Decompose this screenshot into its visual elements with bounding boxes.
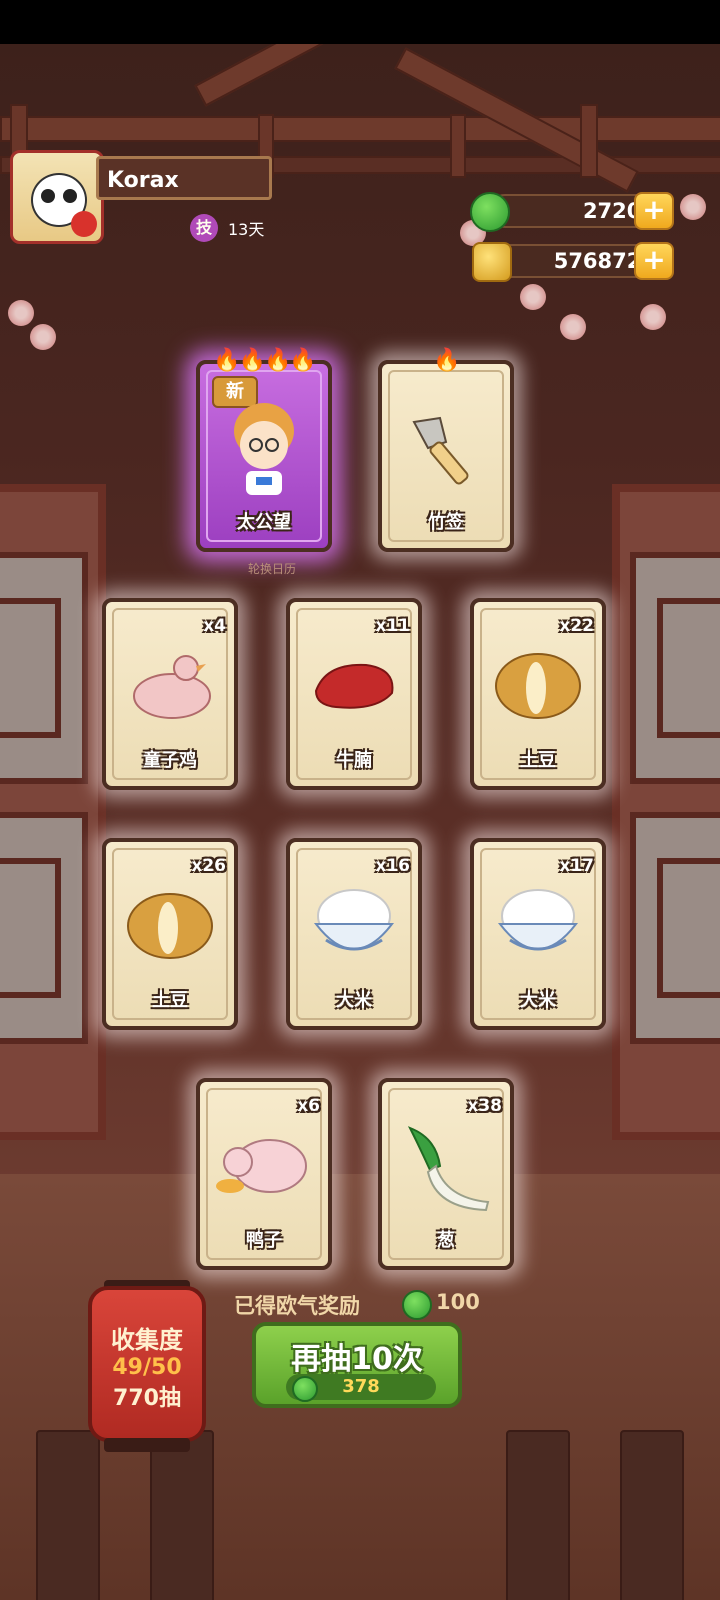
railing-post <box>506 1430 570 1600</box>
railing-post <box>620 1430 684 1600</box>
item-count: x22 <box>559 616 594 636</box>
draw-cost: 378 <box>342 1376 380 1397</box>
card-name: 牛腩 <box>336 750 372 771</box>
card-item[interactable]: x38 葱 <box>378 1078 514 1270</box>
card-item[interactable]: x11 牛腩 <box>286 598 422 790</box>
card-name: 葱 <box>437 1230 455 1251</box>
card-name: 土豆 <box>152 990 188 1011</box>
bamboo-skewer-icon <box>412 416 469 485</box>
item-count: x38 <box>467 1096 502 1116</box>
roof-beam <box>0 116 720 142</box>
skill-icon[interactable]: 技 <box>190 214 218 242</box>
collection-progress: 49/50 <box>112 1355 182 1380</box>
card-name: 大米 <box>520 990 556 1011</box>
jade-icon <box>470 192 510 232</box>
rarity-flames: 🔥🔥🔥🔥 <box>213 348 317 373</box>
add-jade-button[interactable]: + <box>634 192 674 230</box>
chicken-icon <box>133 655 211 719</box>
rarity-flames: 🔥 <box>433 348 460 373</box>
character-art-icon <box>234 403 294 495</box>
card-item[interactable]: x4 童子鸡 <box>102 598 238 790</box>
roof-post <box>580 104 598 178</box>
card-name: 土豆 <box>520 750 556 771</box>
roof-post <box>450 114 466 178</box>
luck-reward-label: 已得欧气奖励 <box>234 1294 360 1318</box>
add-coins-button[interactable]: + <box>634 242 674 280</box>
collection-lantern[interactable]: 收集度 49/50 770抽 <box>88 1286 206 1442</box>
card-name: 鸭子 <box>246 1230 282 1251</box>
potato-icon <box>127 893 213 959</box>
card-name: 童子鸡 <box>143 750 197 771</box>
card-item[interactable]: x6 鸭子 <box>196 1078 332 1270</box>
blossom-decor <box>640 304 666 330</box>
beef-brisket-icon <box>314 663 394 709</box>
lantern-base <box>104 1438 190 1452</box>
card-item[interactable]: x26 土豆 <box>102 838 238 1030</box>
scallion-icon <box>407 1126 490 1212</box>
item-count: x16 <box>375 856 410 876</box>
draw-cost-bar: 378 <box>286 1374 436 1402</box>
rice-bowl-icon <box>313 889 395 951</box>
blossom-decor <box>30 324 56 350</box>
item-count: x6 <box>297 1096 320 1116</box>
card-name: 太公望 <box>237 512 291 533</box>
collection-draws: 770抽 <box>113 1386 181 1411</box>
player-avatar[interactable] <box>10 150 104 244</box>
card-featured-rare[interactable]: 🔥🔥🔥🔥 新 太公望 <box>196 348 332 552</box>
draw-again-label: 再抽10次 <box>291 1342 423 1377</box>
blossom-decor <box>680 194 706 220</box>
coin-icon <box>472 242 512 282</box>
luck-reward-value: 100 <box>436 1290 480 1314</box>
skill-days: 13天 <box>228 220 265 239</box>
item-count: x26 <box>191 856 226 876</box>
card-name: 大米 <box>336 990 372 1011</box>
card-item[interactable]: x17 大米 <box>470 838 606 1030</box>
railing-post <box>36 1430 100 1600</box>
blossom-decor <box>520 284 546 310</box>
card-item[interactable]: x16 大米 <box>286 838 422 1030</box>
item-count: x17 <box>559 856 594 876</box>
rotation-calendar-label[interactable]: 轮换日历 <box>248 560 296 577</box>
railing-post <box>150 1430 214 1600</box>
item-count: x4 <box>203 616 226 636</box>
window-right <box>612 484 720 1140</box>
duck-icon <box>216 1139 307 1193</box>
item-count: x11 <box>375 616 410 636</box>
potato-icon <box>495 653 581 719</box>
blossom-decor <box>560 314 586 340</box>
card-name: 竹签 <box>428 512 464 533</box>
draw-again-button[interactable]: 再抽10次 378 <box>252 1322 462 1408</box>
status-bar <box>0 0 720 44</box>
card-item[interactable]: x22 土豆 <box>470 598 606 790</box>
card-featured[interactable]: 🔥 竹签 <box>378 348 514 552</box>
player-name: Korax <box>96 156 272 200</box>
blossom-decor <box>8 300 34 326</box>
window-left <box>0 484 106 1140</box>
jade-icon <box>402 1290 432 1320</box>
flower-icon <box>71 211 97 237</box>
collection-label: 收集度 <box>111 1326 183 1354</box>
rice-bowl-icon <box>497 889 579 951</box>
